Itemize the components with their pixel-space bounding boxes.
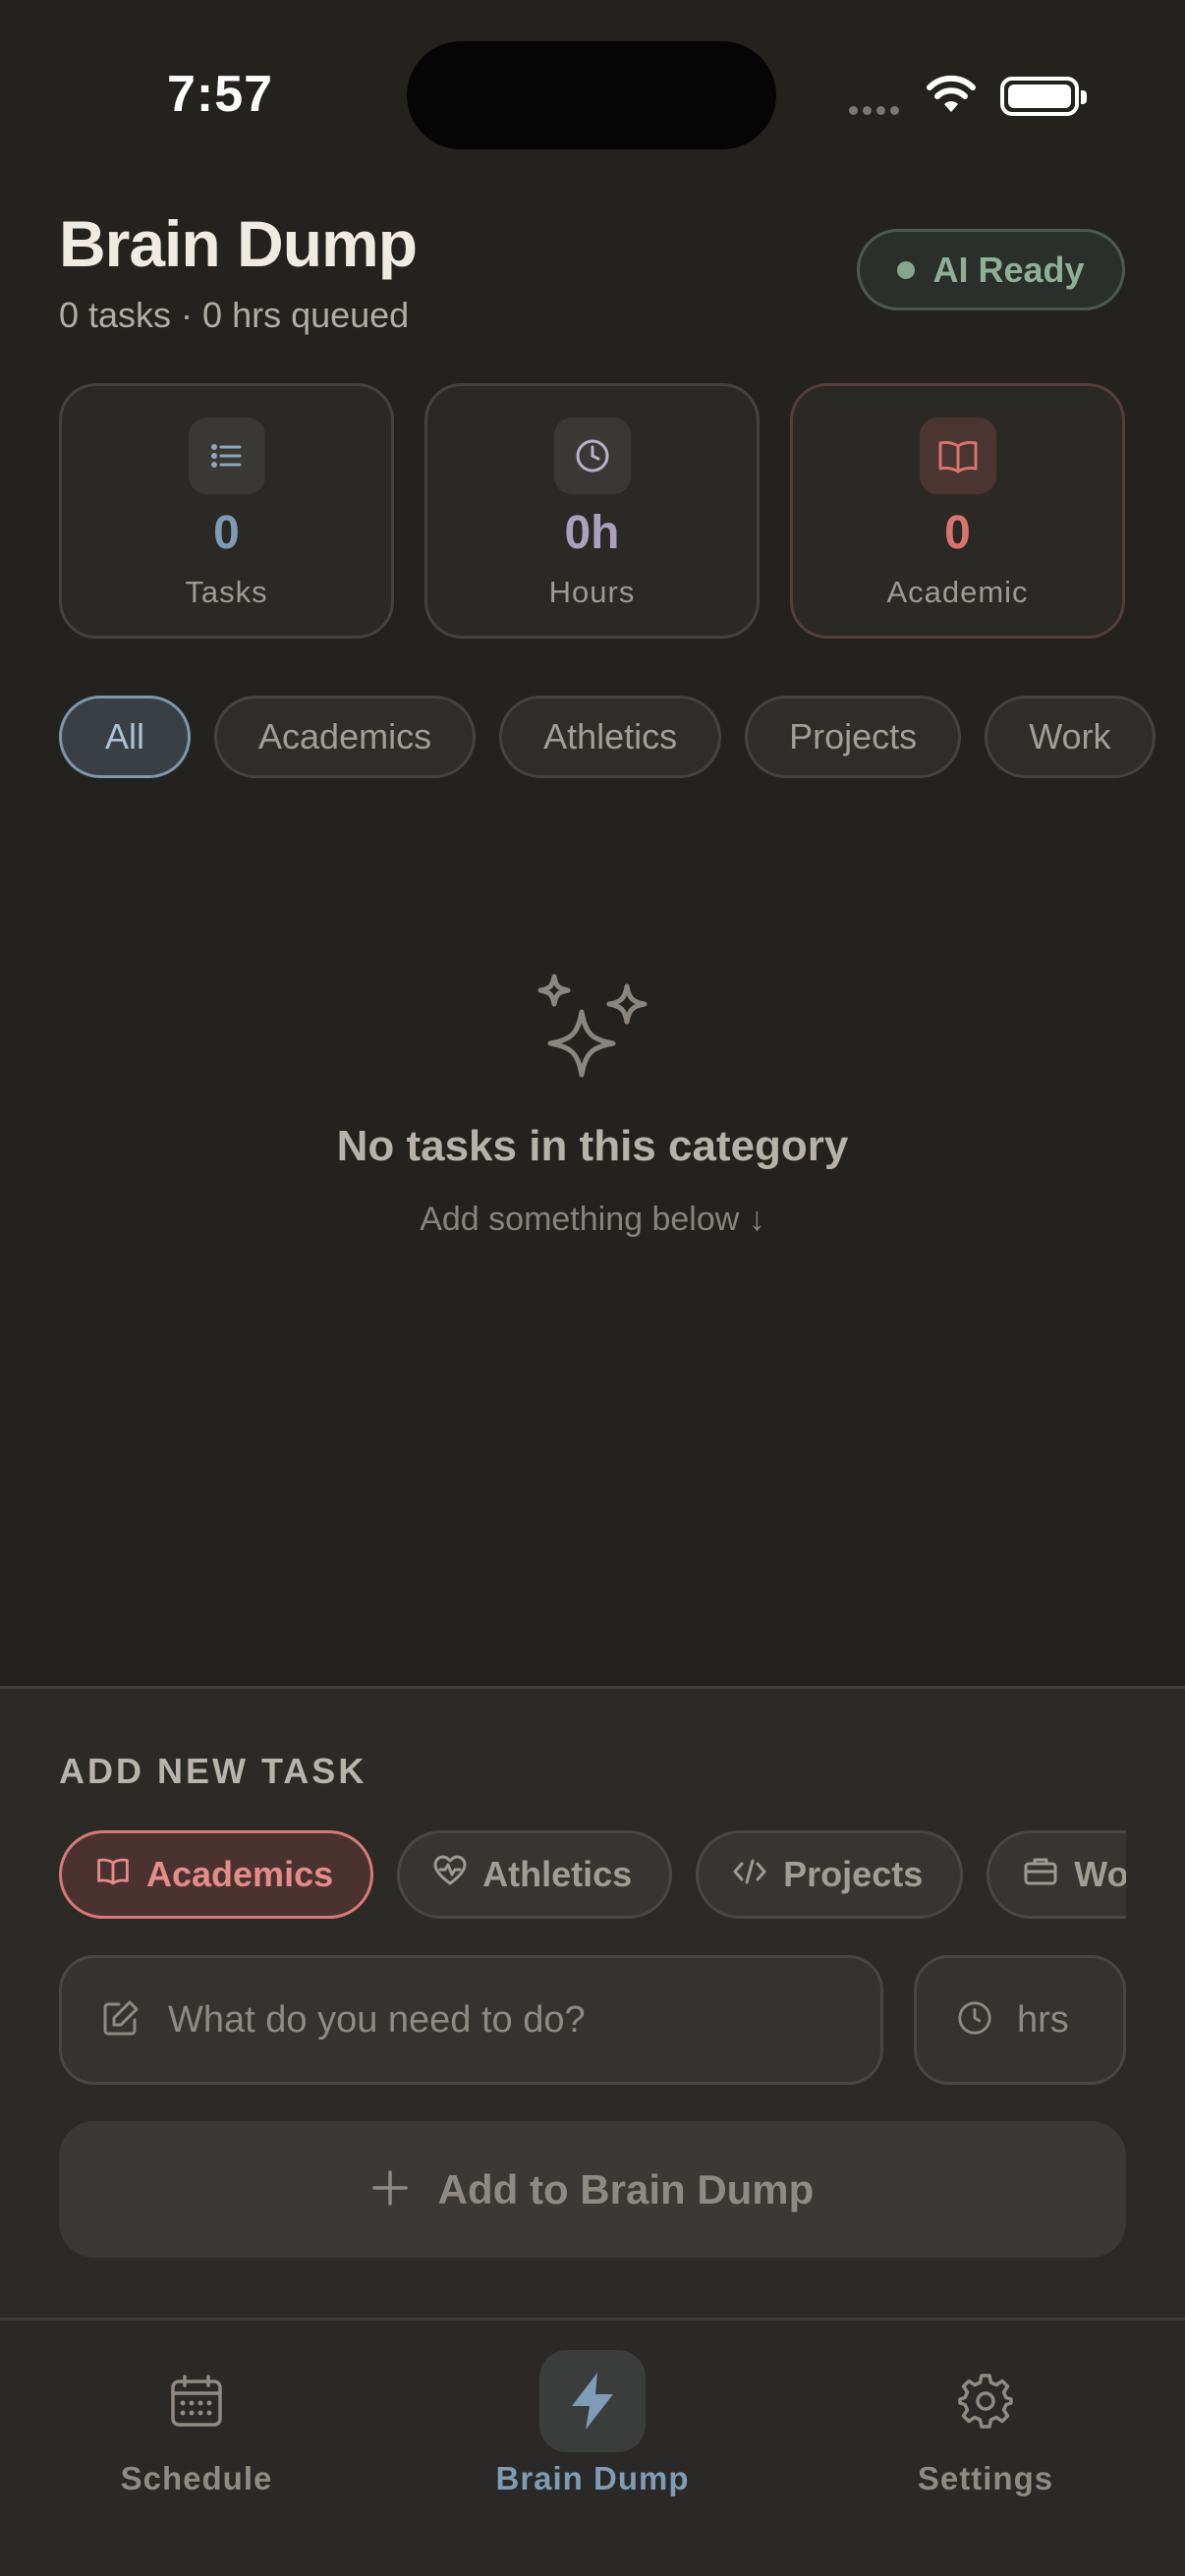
category-option-label: Work [1074,1854,1126,1894]
ai-status-badge[interactable]: AI Ready [857,229,1125,310]
empty-state-title: No tasks in this category [336,1122,849,1170]
task-category-selector[interactable]: Academics Athletics Projects Wo [59,1830,1126,1921]
category-option-label: Athletics [482,1854,633,1894]
status-time: 7:57 [167,66,274,123]
category-filter-bar[interactable]: All Academics Athletics Projects Work [59,696,1185,780]
stat-label: Tasks [185,575,268,609]
filter-chip-all[interactable]: All [59,696,192,778]
add-button-label: Add to Brain Dump [437,2165,815,2212]
hours-input[interactable] [1017,1998,1096,2042]
stat-card-hours: 0h Hours [424,383,760,639]
task-input[interactable] [168,1998,836,2042]
wifi-icon [926,73,977,119]
stat-label: Academic [886,575,1029,609]
category-option-label: Academics [146,1854,334,1894]
sparkles-icon [531,973,654,1099]
filter-chip-academics[interactable]: Academics [214,696,477,778]
ai-status-label: AI Ready [932,249,1085,290]
category-option-label: Projects [783,1854,924,1894]
stat-label: Hours [548,575,636,609]
category-option-work[interactable]: Work [987,1830,1126,1919]
add-to-brain-dump-button[interactable]: Add to Brain Dump [59,2121,1126,2258]
bolt-icon [539,2350,646,2452]
list-icon [188,418,265,494]
stat-value: 0 [213,507,240,559]
filter-chip-work[interactable]: Work [985,696,1156,778]
page-title: Brain Dump [59,207,418,280]
page-subtitle: 0 tasks · 0 hrs queued [59,295,410,335]
stat-value: 0h [564,507,620,559]
empty-state-subtitle: Add something below ↓ [420,1201,765,1238]
stat-card-academic: 0 Academic [790,383,1125,639]
category-option-projects[interactable]: Projects [696,1830,964,1919]
filter-chip-projects[interactable]: Projects [745,696,962,778]
briefcase-icon [1023,1854,1058,1895]
clock-icon [956,1999,993,2042]
tab-settings[interactable]: Settings [838,2350,1133,2497]
tab-label: Settings [917,2460,1054,2496]
tab-label: Schedule [120,2460,273,2496]
hours-input-field[interactable] [914,1955,1126,2085]
stat-card-tasks: 0 Tasks [59,383,394,639]
plus-icon [371,2169,409,2210]
tab-schedule[interactable]: Schedule [49,2350,344,2497]
heart-pulse-icon [433,1854,467,1895]
dynamic-island [407,41,776,149]
book-icon [919,418,996,494]
category-option-athletics[interactable]: Athletics [397,1830,673,1919]
gear-icon [932,2350,1039,2452]
task-input-field[interactable] [59,1955,883,2085]
book-icon [95,1854,131,1895]
tab-brain-dump[interactable]: Brain Dump [445,2350,740,2497]
add-task-section-title: ADD NEW TASK [59,1751,367,1791]
status-dot-icon [897,260,916,279]
tab-label: Brain Dump [495,2460,690,2496]
filter-chip-athletics[interactable]: Athletics [499,696,722,778]
cellular-signal-icon [849,102,904,120]
clock-icon [553,418,631,494]
battery-icon [1000,77,1087,116]
edit-icon [101,1998,141,2043]
calendar-icon [143,2350,250,2452]
code-icon [732,1854,767,1895]
category-option-academics[interactable]: Academics [59,1830,374,1919]
stat-value: 0 [944,507,971,559]
